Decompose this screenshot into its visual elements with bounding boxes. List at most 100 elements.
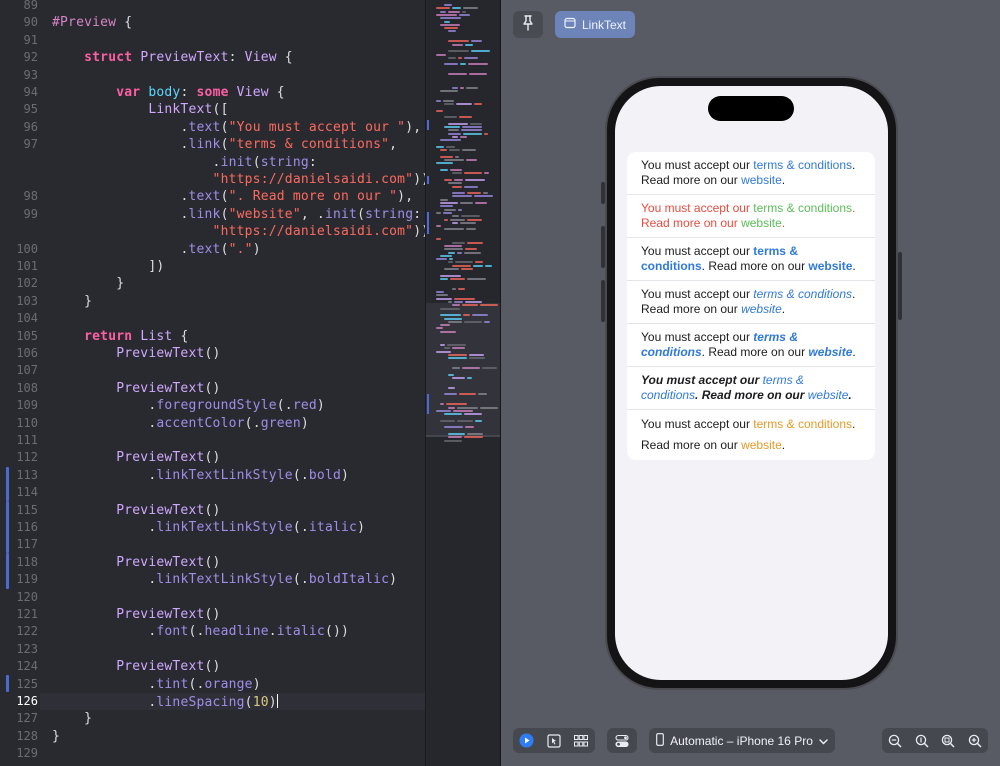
zoom-to-100-button[interactable]: [913, 732, 931, 750]
code-line[interactable]: }: [52, 294, 92, 309]
code-line[interactable]: .link("website", .init(string:: [52, 207, 421, 222]
preview-variant-button[interactable]: LinkText: [555, 11, 635, 38]
line-number: 98: [23, 189, 38, 204]
code-line[interactable]: #Preview {: [52, 15, 132, 30]
minimap-code-stroke: [455, 261, 473, 264]
minimap-code-stroke: [465, 43, 473, 46]
code-line[interactable]: var body: some View {: [52, 85, 285, 100]
code-line[interactable]: .linkTextLinkStyle(.bold): [52, 468, 349, 483]
minimap-code-stroke: [456, 103, 472, 105]
website-link[interactable]: website: [741, 216, 782, 230]
code-line[interactable]: PreviewText(): [52, 503, 221, 518]
source-code[interactable]: #Preview { struct PreviewText: View { va…: [52, 0, 425, 766]
minimap-code-stroke: [448, 320, 462, 323]
row-text: .: [781, 173, 786, 187]
terms-link[interactable]: terms & conditions: [753, 158, 852, 172]
device-picker[interactable]: Automatic – iPhone 16 Pro: [649, 728, 835, 753]
line-number: 109: [16, 398, 38, 413]
minimap-code-stroke: [452, 43, 463, 46]
code-line[interactable]: .text(". Read more on our "),: [52, 189, 413, 204]
device-label: Automatic – iPhone 16 Pro: [670, 733, 813, 748]
website-link[interactable]: website: [741, 173, 782, 187]
minimap-code-stroke: [461, 268, 473, 270]
terms-link[interactable]: terms & conditions: [753, 287, 852, 301]
code-line[interactable]: .font(.headline.italic()): [52, 624, 349, 639]
minimap-code-stroke: [452, 185, 462, 188]
minimap[interactable]: [425, 0, 500, 766]
code-line[interactable]: .lineSpacing(10): [52, 694, 278, 710]
line-number: 90: [23, 15, 38, 30]
minimap-code-stroke: [467, 241, 483, 244]
minimap-code-stroke: [452, 7, 461, 10]
code-line[interactable]: PreviewText(): [52, 555, 221, 570]
line-number: 97: [23, 137, 38, 152]
code-line[interactable]: PreviewText(): [52, 381, 221, 396]
code-line[interactable]: struct PreviewText: View {: [52, 50, 293, 65]
code-line[interactable]: .text("You must accept our "),: [52, 120, 421, 135]
code-line[interactable]: PreviewText(): [52, 450, 221, 465]
code-line[interactable]: ]): [52, 259, 164, 274]
website-link[interactable]: website: [808, 388, 849, 402]
minimap-code-stroke: [448, 406, 455, 409]
minimap-code-stroke: [436, 13, 457, 16]
code-line[interactable]: .text("."): [52, 242, 261, 257]
zoom-in-button[interactable]: [966, 732, 984, 750]
code-editor[interactable]: 89 90 91 92 93 94 95 96 97 98 99 100 101 102 103 104 105…: [0, 0, 425, 766]
minimap-code-stroke: [448, 132, 461, 135]
preview-row-red-green: You must accept our terms & conditions. …: [627, 195, 875, 238]
minimap-visible-region[interactable]: [426, 303, 500, 437]
preview-mode-group: [513, 728, 595, 753]
minimap-code-stroke: [448, 301, 452, 303]
selectable-mode-button[interactable]: [545, 732, 563, 750]
code-line[interactable]: LinkText([: [52, 102, 229, 117]
code-line[interactable]: .foregroundStyle(.red): [52, 398, 325, 413]
line-number: 116: [16, 520, 38, 534]
minimap-code-stroke: [450, 218, 465, 221]
minimap-code-stroke: [452, 172, 462, 175]
code-line[interactable]: .linkTextLinkStyle(.boldItalic): [52, 572, 397, 587]
code-line[interactable]: .link("terms & conditions",: [52, 137, 397, 152]
code-line[interactable]: return List {: [52, 329, 188, 344]
code-line[interactable]: }: [52, 276, 124, 291]
line-number: 118: [16, 554, 38, 569]
code-line[interactable]: PreviewText(): [52, 607, 221, 622]
minimap-code-stroke: [468, 63, 488, 66]
minimap-code-stroke: [462, 126, 482, 129]
code-line[interactable]: .linkTextLinkStyle(.italic): [52, 520, 365, 535]
code-line[interactable]: PreviewText(): [52, 346, 221, 361]
code-line[interactable]: }: [52, 729, 60, 744]
minimap-code-stroke: [452, 221, 458, 224]
minimap-code-stroke: [444, 4, 452, 6]
website-link[interactable]: website: [808, 345, 852, 359]
line-number: 129: [16, 746, 38, 761]
pin-preview-button[interactable]: [513, 11, 543, 38]
code-line[interactable]: }: [52, 711, 92, 726]
minimap-code-stroke: [436, 145, 444, 148]
device-settings-button[interactable]: [607, 728, 637, 753]
website-link[interactable]: website: [741, 302, 782, 316]
preview-row-bolditalic: You must accept our terms & conditions. …: [627, 324, 875, 367]
code-line[interactable]: PreviewText(): [52, 659, 221, 674]
code-line[interactable]: .init(string:: [52, 155, 317, 170]
code-line[interactable]: "https://danielsaidi.com")),: [52, 224, 425, 239]
terms-link[interactable]: terms & conditions: [753, 201, 852, 215]
zoom-out-button[interactable]: [886, 732, 904, 750]
minimap-code-stroke: [469, 73, 487, 76]
line-number: 113: [16, 467, 38, 482]
terms-link[interactable]: terms & conditions: [753, 417, 852, 431]
code-line[interactable]: .tint(.orange): [52, 677, 261, 692]
live-preview-button[interactable]: [518, 732, 536, 750]
code-line[interactable]: "https://danielsaidi.com")),: [52, 172, 425, 187]
row-text: . Read more on our: [701, 259, 809, 273]
minimap-code-stroke: [436, 238, 441, 241]
website-link[interactable]: website: [741, 438, 782, 452]
zoom-out-icon: [889, 734, 902, 748]
minimap-code-stroke: [446, 145, 455, 148]
code-line[interactable]: .accentColor(.green): [52, 416, 309, 431]
minimap-code-stroke: [444, 63, 458, 66]
variants-button[interactable]: [572, 732, 590, 750]
line-number: 95: [23, 102, 38, 117]
website-link[interactable]: website: [808, 259, 852, 273]
zoom-to-fit-button[interactable]: [939, 732, 957, 750]
minimap-code-stroke: [444, 178, 452, 181]
